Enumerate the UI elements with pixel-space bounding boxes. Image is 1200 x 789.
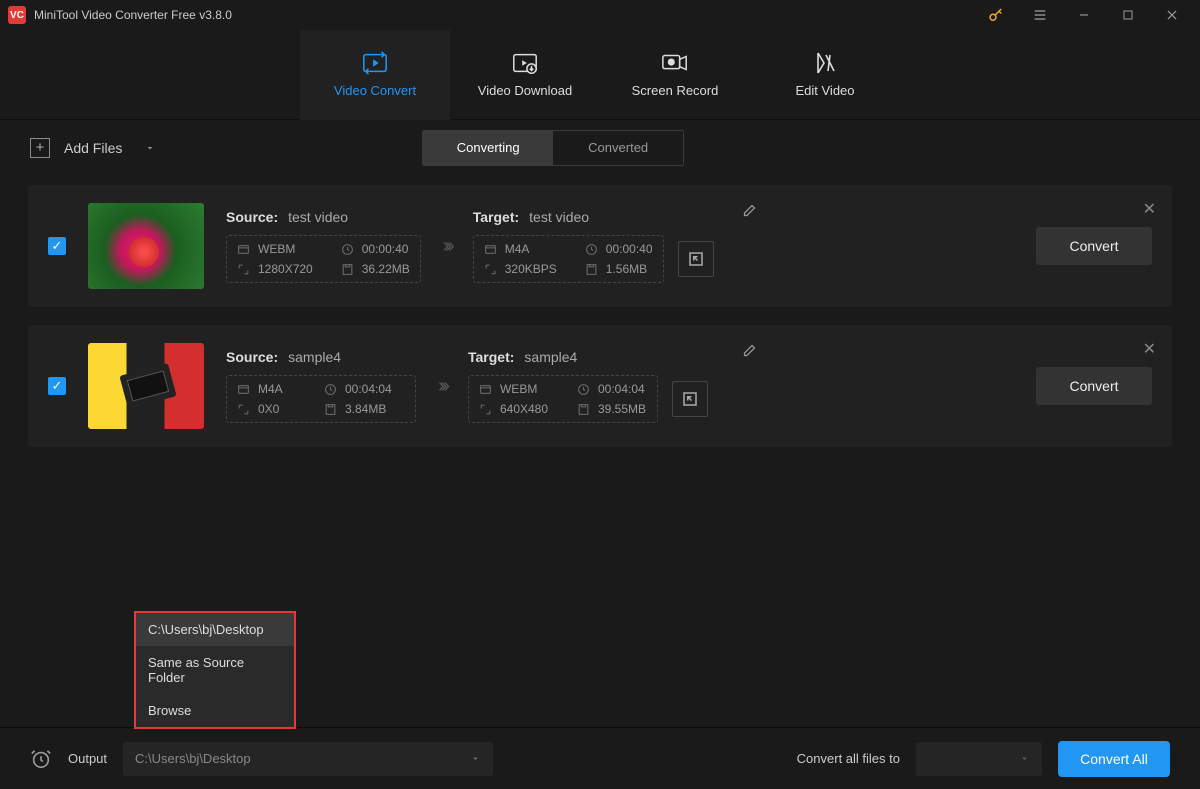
tab-screen-record[interactable]: Screen Record [600, 30, 750, 120]
target-size: 1.56MB [606, 262, 647, 276]
source-info: WEBM 00:00:40 1280X720 36.22MB [226, 235, 421, 283]
thumbnail[interactable] [88, 203, 204, 289]
tab-label: Screen Record [632, 83, 719, 98]
select-checkbox[interactable]: ✓ [48, 377, 66, 395]
target-resolution: 320KBPS [505, 262, 557, 276]
file-list: ✓ Source: test video WEBM 00:00:40 1280X… [0, 175, 1200, 475]
output-label: Output [68, 751, 107, 766]
edit-icon [811, 51, 839, 75]
schedule-icon[interactable] [30, 748, 52, 770]
remove-file-icon[interactable]: ✕ [1143, 339, 1156, 359]
source-info: M4A 00:04:04 0X0 3.84MB [226, 375, 416, 423]
source-size: 3.84MB [345, 402, 386, 416]
target-format: M4A [505, 242, 530, 256]
download-icon [511, 51, 539, 75]
file-card: ✓ Source: test video WEBM 00:00:40 1280X… [28, 185, 1172, 307]
convert-button[interactable]: Convert [1036, 227, 1152, 265]
target-size: 39.55MB [598, 402, 646, 416]
minimize-icon[interactable] [1064, 0, 1104, 30]
arrow-icon: ››› [443, 235, 451, 258]
toolbar: + Add Files Converting Converted [0, 120, 1200, 175]
file-card: ✓ Source: sample4 M4A 00:04:04 0X0 3.84M… [28, 325, 1172, 447]
target-label: Target: [473, 209, 519, 225]
convert-all-to-label: Convert all files to [797, 751, 900, 766]
app-title: MiniTool Video Converter Free v3.8.0 [34, 8, 976, 22]
arrow-icon: ››› [438, 375, 446, 398]
source-resolution: 1280X720 [258, 262, 313, 276]
maximize-icon[interactable] [1108, 0, 1148, 30]
chevron-down-icon [1019, 753, 1030, 764]
chevron-down-icon [470, 753, 481, 764]
plus-icon: + [30, 138, 50, 158]
output-option-browse[interactable]: Browse [136, 694, 294, 727]
output-option-same[interactable]: Same as Source Folder [136, 646, 294, 694]
target-resolution: 640X480 [500, 402, 548, 416]
close-icon[interactable] [1152, 0, 1192, 30]
record-icon [661, 51, 689, 75]
target-format: WEBM [500, 382, 537, 396]
toggle-converting[interactable]: Converting [423, 131, 553, 165]
remove-file-icon[interactable]: ✕ [1143, 199, 1156, 219]
convert-button[interactable]: Convert [1036, 367, 1152, 405]
target-info: M4A 00:00:40 320KBPS 1.56MB [473, 235, 664, 283]
tab-label: Video Download [478, 83, 572, 98]
target-info: WEBM 00:04:04 640X480 39.55MB [468, 375, 658, 423]
output-dropdown-menu: C:\Users\bj\Desktop Same as Source Folde… [134, 611, 296, 729]
source-format: WEBM [258, 242, 295, 256]
titlebar: VC MiniTool Video Converter Free v3.8.0 [0, 0, 1200, 30]
edit-target-icon[interactable] [742, 203, 757, 218]
source-duration: 00:04:04 [345, 382, 392, 396]
target-label: Target: [468, 349, 514, 365]
target-duration: 00:00:40 [606, 242, 653, 256]
toggle-converted[interactable]: Converted [553, 131, 683, 165]
source-label: Source: [226, 209, 278, 225]
add-files-label: Add Files [64, 140, 122, 156]
source-format: M4A [258, 382, 283, 396]
status-toggle: Converting Converted [422, 130, 684, 166]
upgrade-key-icon[interactable] [976, 0, 1016, 30]
main-tabs: Video Convert Video Download Screen Reco… [0, 30, 1200, 120]
footer: Output C:\Users\bj\Desktop Convert all f… [0, 727, 1200, 789]
chevron-down-icon[interactable] [144, 142, 156, 154]
source-size: 36.22MB [362, 262, 410, 276]
select-checkbox[interactable]: ✓ [48, 237, 66, 255]
tab-video-convert[interactable]: Video Convert [300, 30, 450, 120]
convert-all-button[interactable]: Convert All [1058, 741, 1170, 777]
source-name: sample4 [288, 349, 341, 365]
app-logo: VC [8, 6, 26, 24]
convert-icon [361, 51, 389, 75]
edit-target-icon[interactable] [742, 343, 757, 358]
target-duration: 00:04:04 [598, 382, 645, 396]
source-name: test video [288, 209, 348, 225]
output-path-select[interactable]: C:\Users\bj\Desktop [123, 742, 493, 776]
target-name: test video [529, 209, 589, 225]
source-label: Source: [226, 349, 278, 365]
target-format-select[interactable] [916, 742, 1042, 776]
source-duration: 00:00:40 [362, 242, 409, 256]
tab-label: Edit Video [795, 83, 854, 98]
tab-video-download[interactable]: Video Download [450, 30, 600, 120]
add-files-button[interactable]: + Add Files [30, 138, 156, 158]
output-path-value: C:\Users\bj\Desktop [135, 751, 251, 766]
target-name: sample4 [524, 349, 577, 365]
settings-expand-button[interactable] [672, 381, 708, 417]
tab-label: Video Convert [334, 83, 416, 98]
thumbnail[interactable] [88, 343, 204, 429]
output-option-path[interactable]: C:\Users\bj\Desktop [136, 613, 294, 646]
source-resolution: 0X0 [258, 402, 279, 416]
tab-edit-video[interactable]: Edit Video [750, 30, 900, 120]
settings-expand-button[interactable] [678, 241, 714, 277]
menu-icon[interactable] [1020, 0, 1060, 30]
